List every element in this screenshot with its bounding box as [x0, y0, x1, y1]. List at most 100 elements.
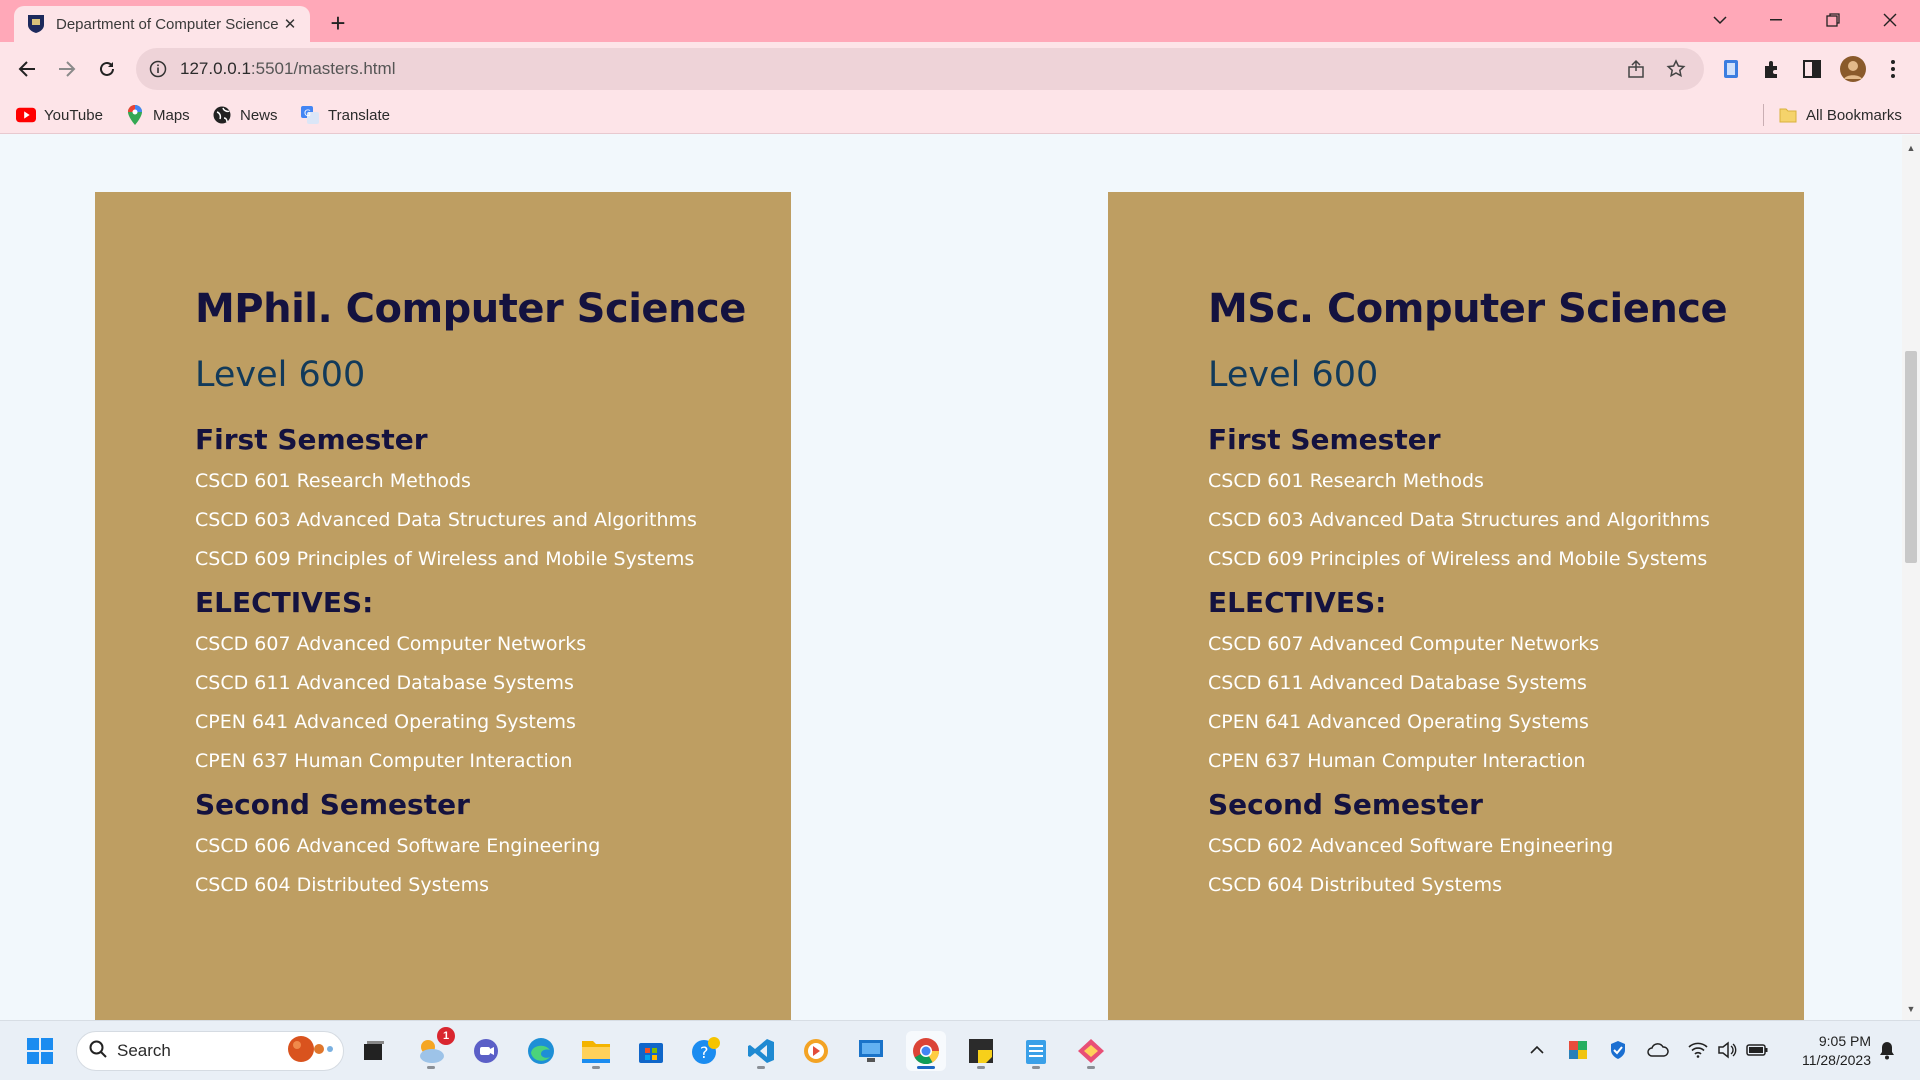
svg-text:G: G [304, 109, 311, 119]
bookmark-label: News [240, 106, 278, 124]
reload-button[interactable] [89, 51, 125, 87]
battery-icon[interactable] [1744, 1037, 1770, 1063]
notifications-bell-icon[interactable] [1874, 1037, 1900, 1063]
close-tab-icon[interactable]: ✕ [280, 14, 300, 34]
bookmark-translate[interactable]: G Translate [300, 102, 390, 128]
volume-icon[interactable] [1714, 1037, 1740, 1063]
search-highlight-planet-icon [281, 1034, 335, 1069]
running-indicator [427, 1066, 435, 1069]
tab-search-chevron-icon[interactable] [1692, 0, 1748, 40]
browser-tab[interactable]: Department of Computer Science ✕ [14, 6, 310, 42]
svg-text:?: ? [700, 1043, 709, 1062]
bookmark-youtube[interactable]: YouTube [16, 102, 103, 128]
site-info-icon[interactable] [148, 59, 168, 79]
course-item: CSCD 604 Distributed Systems [195, 874, 490, 896]
running-indicator [592, 1066, 600, 1069]
elective-item: CSCD 611 Advanced Database Systems [195, 672, 574, 694]
security-shield-icon[interactable] [1605, 1037, 1631, 1063]
page-scrollbar[interactable]: ▲ ▼ [1902, 135, 1920, 1020]
clock-time: 9:05 PM [1818, 1033, 1871, 1049]
bookmark-label: YouTube [44, 106, 103, 124]
chrome-menu-icon[interactable] [1878, 54, 1908, 84]
remote-desktop-icon[interactable] [851, 1031, 891, 1071]
bookmark-star-icon[interactable] [1664, 57, 1688, 81]
extensions-puzzle-icon[interactable] [1757, 54, 1787, 84]
course-item: CSCD 604 Distributed Systems [1208, 874, 1503, 896]
address-bar[interactable]: 127.0.0.1:5501/masters.html [136, 48, 1704, 90]
app-circle-icon[interactable] [796, 1031, 836, 1071]
windows-taskbar: Search 1 ? 9:05 PM 11/28/2023 [0, 1020, 1920, 1080]
course-item: CSCD 601 Research Methods [195, 470, 471, 492]
sticky-notes-icon[interactable] [961, 1031, 1001, 1071]
running-indicator [1032, 1066, 1040, 1069]
onedrive-cloud-icon[interactable] [1645, 1037, 1671, 1063]
weather-widget-icon[interactable]: 1 [411, 1027, 455, 1071]
scroll-down-arrow-icon[interactable]: ▼ [1906, 1004, 1916, 1014]
active-indicator [917, 1066, 935, 1069]
bookmark-label: Translate [328, 106, 390, 124]
course-item: CSCD 603 Advanced Data Structures and Al… [195, 509, 697, 531]
scroll-up-arrow-icon[interactable]: ▲ [1906, 143, 1916, 153]
windows-start-icon[interactable] [20, 1031, 60, 1071]
elective-item: CSCD 611 Advanced Database Systems [1208, 672, 1587, 694]
share-icon[interactable] [1624, 57, 1648, 81]
program-title: MSc. Computer Science [1208, 286, 1728, 332]
course-item: CSCD 606 Advanced Software Engineering [195, 835, 601, 857]
side-panel-icon[interactable] [1797, 54, 1827, 84]
level-heading: Level 600 [195, 355, 366, 395]
search-label: Search [117, 1041, 171, 1060]
running-indicator [1087, 1066, 1095, 1069]
help-app-icon[interactable]: ? [686, 1031, 726, 1071]
first-semester-heading: First Semester [195, 423, 428, 456]
elective-item: CPEN 637 Human Computer Interaction [1208, 750, 1586, 772]
tab-title: Department of Computer Science [56, 15, 279, 33]
electives-heading: ELECTIVES: [1208, 586, 1387, 619]
chrome-icon[interactable] [906, 1031, 946, 1071]
snipping-tool-icon[interactable] [1071, 1031, 1111, 1071]
restore-button[interactable] [1805, 0, 1861, 40]
tray-app-icon[interactable] [1565, 1037, 1591, 1063]
profile-avatar[interactable] [1838, 54, 1868, 84]
bookmarks-bar: YouTube Maps News G Translate All Bookma… [0, 96, 1920, 134]
vscode-icon[interactable] [741, 1031, 781, 1071]
edge-browser-icon[interactable] [521, 1031, 561, 1071]
mphil-program-card: MPhil. Computer Science Level 600 First … [95, 192, 791, 1020]
show-hidden-icons-chevron-icon[interactable] [1524, 1037, 1550, 1063]
reading-mode-icon[interactable] [1716, 54, 1746, 84]
weather-badge: 1 [437, 1027, 455, 1045]
elective-item: CSCD 607 Advanced Computer Networks [1208, 633, 1600, 655]
elective-item: CSCD 607 Advanced Computer Networks [195, 633, 587, 655]
electives-heading: ELECTIVES: [195, 586, 374, 619]
bookmarks-separator [1763, 104, 1764, 126]
msc-program-card: MSc. Computer Science Level 600 First Se… [1108, 192, 1804, 1020]
running-indicator [977, 1066, 985, 1069]
task-view-icon[interactable] [354, 1031, 394, 1071]
bookmark-news[interactable]: News [212, 102, 278, 128]
wifi-icon[interactable] [1685, 1037, 1711, 1063]
url-text[interactable]: 127.0.0.1:5501/masters.html [180, 59, 1624, 79]
scrollbar-thumb[interactable] [1905, 351, 1917, 563]
notepad-icon[interactable] [1016, 1031, 1056, 1071]
page-viewport: MPhil. Computer Science Level 600 First … [0, 135, 1902, 1020]
new-tab-button[interactable]: + [323, 8, 353, 38]
close-window-button[interactable] [1862, 0, 1918, 40]
file-explorer-icon[interactable] [576, 1031, 616, 1071]
level-heading: Level 600 [1208, 355, 1379, 395]
elective-item: CPEN 637 Human Computer Interaction [195, 750, 573, 772]
forward-button[interactable] [49, 51, 85, 87]
first-semester-heading: First Semester [1208, 423, 1441, 456]
folder-icon [1778, 105, 1798, 125]
minimize-button[interactable] [1748, 0, 1804, 40]
all-bookmarks-button[interactable]: All Bookmarks [1778, 102, 1902, 128]
url-host: 127.0.0.1 [180, 59, 251, 78]
course-item: CSCD 603 Advanced Data Structures and Al… [1208, 509, 1710, 531]
second-semester-heading: Second Semester [195, 788, 470, 821]
bookmark-maps[interactable]: Maps [125, 102, 190, 128]
news-icon [212, 105, 232, 125]
system-clock[interactable]: 9:05 PM 11/28/2023 [1783, 1032, 1871, 1070]
microsoft-store-icon[interactable] [631, 1031, 671, 1071]
all-bookmarks-label: All Bookmarks [1806, 106, 1902, 124]
taskbar-search-box[interactable]: Search [76, 1031, 344, 1071]
back-button[interactable] [9, 51, 45, 87]
teams-chat-icon[interactable] [466, 1031, 506, 1071]
